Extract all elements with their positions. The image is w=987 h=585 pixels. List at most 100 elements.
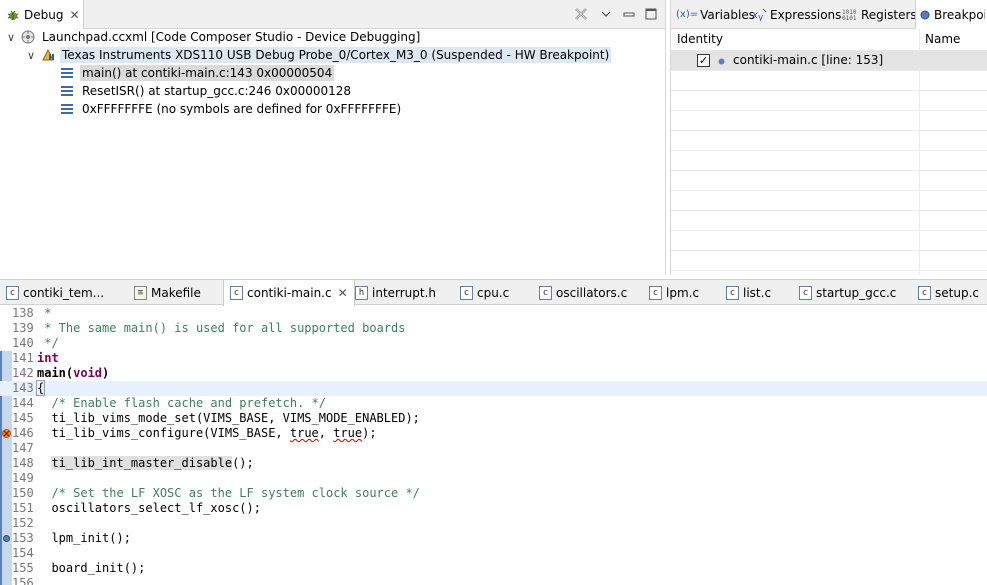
line-number[interactable]: 145 xyxy=(12,411,34,426)
line-number[interactable]: 150 xyxy=(12,486,34,501)
line-number[interactable]: 142 xyxy=(12,366,34,381)
stack-frame-address[interactable]: 0xFFFFFFFE (no symbols are defined for 0… xyxy=(60,100,403,118)
breakpoint-checkbox[interactable]: ✓ xyxy=(697,54,710,67)
code-line[interactable]: 139 * The same main() is used for all su… xyxy=(0,321,987,336)
line-number[interactable]: 139 xyxy=(12,321,34,336)
empty-row xyxy=(671,151,987,171)
code-text: int xyxy=(37,351,59,365)
code-line[interactable]: 151 oscillators_select_lf_xosc(); xyxy=(0,501,987,516)
close-icon[interactable]: ✕ xyxy=(69,8,79,22)
maximize-icon[interactable] xyxy=(645,8,657,20)
breakpoints-table-header: Identity Name xyxy=(671,29,987,51)
code-line[interactable]: 153 lpm_init(); xyxy=(0,531,987,546)
stack-frame-icon xyxy=(60,85,74,97)
code-line[interactable]: 142 main(void) xyxy=(0,366,987,381)
tab-expressions[interactable]: xy Expressions xyxy=(749,0,844,29)
code-line[interactable]: 150 /* Set the LF XOSC as the LF system … xyxy=(0,486,987,501)
tab-registers-label: Registers xyxy=(861,7,917,22)
line-number[interactable]: 138 xyxy=(12,306,34,321)
line-number[interactable]: 141 xyxy=(12,351,34,366)
code-line[interactable]: 155 board_init(); xyxy=(0,561,987,576)
c-file-icon: c xyxy=(799,285,812,300)
editor-tab[interactable]: c startup_gcc.c xyxy=(793,280,896,305)
breakpoint-dot-icon xyxy=(717,57,726,66)
line-number[interactable]: 146 xyxy=(12,426,34,441)
minimize-icon[interactable] xyxy=(623,8,635,20)
tree-item-label: Texas Instruments XDS110 USB Debug Probe… xyxy=(60,47,612,63)
svg-text:y: y xyxy=(758,13,764,21)
tab-registers[interactable]: 1010 0101 Registers xyxy=(839,0,920,29)
code-line[interactable]: 146 ti_lib_vims_configure(VIMS_BASE, tru… xyxy=(0,426,987,441)
editor-tab-active[interactable]: c contiki-main.c ✕ xyxy=(223,280,355,306)
tab-debug[interactable]: Debug ✕ xyxy=(0,0,84,29)
tree-item-debug-probe[interactable]: ∨ Texas Instruments XDS110 USB Debug Pro… xyxy=(24,46,612,64)
editor-tab-label: cpu.c xyxy=(477,285,510,300)
editor-tab-label: contiki-main.c xyxy=(247,286,332,300)
view-menu-icon[interactable] xyxy=(599,11,613,17)
editor-tab[interactable]: ≡ Makefile xyxy=(128,280,201,305)
line-number[interactable]: 144 xyxy=(12,396,34,411)
tree-item-launchpad[interactable]: ∨ Launchpad.ccxml [Code Composer Studio … xyxy=(4,28,422,46)
stack-frame-icon xyxy=(60,67,74,79)
breakpoint-label: contiki-main.c [line: 153] xyxy=(733,53,884,67)
line-number[interactable]: 148 xyxy=(12,456,34,471)
line-number[interactable]: 155 xyxy=(12,561,34,576)
column-header-name[interactable]: Name xyxy=(925,32,960,46)
debug-view-toolbar xyxy=(573,4,657,24)
editor-tab[interactable]: c list.c xyxy=(720,280,771,305)
line-number[interactable]: 153 xyxy=(12,531,34,546)
code-line[interactable]: 148 ti_lib_int_master_disable(); xyxy=(0,456,987,471)
remove-terminated-icon[interactable] xyxy=(573,6,589,22)
tree-item-label: Launchpad.ccxml [Code Composer Studio - … xyxy=(42,30,421,44)
code-line[interactable]: 154 xyxy=(0,546,987,561)
line-number[interactable]: 143 xyxy=(12,381,34,396)
editor-tab[interactable]: h interrupt.h xyxy=(349,280,436,305)
code-line[interactable]: 143{ xyxy=(0,380,987,396)
code-text: lpm_init(); xyxy=(37,531,131,545)
line-number[interactable]: 147 xyxy=(12,441,34,456)
chevron-down-icon[interactable]: ∨ xyxy=(24,49,38,62)
editor-tab[interactable]: c oscillators.c xyxy=(533,280,627,305)
stack-frame-main[interactable]: main() at contiki-main.c:143 0x00000504 xyxy=(60,64,335,82)
code-line[interactable]: 152 xyxy=(0,516,987,531)
line-number[interactable]: 140 xyxy=(12,336,34,351)
editor-tab-label: lpm.c xyxy=(666,285,700,300)
code-line[interactable]: 141 int xyxy=(0,351,987,366)
line-number[interactable]: 152 xyxy=(12,516,34,531)
line-number[interactable]: 149 xyxy=(12,471,34,486)
code-text: oscillators_select_lf_xosc(); xyxy=(37,501,261,515)
stack-frame-resetisr[interactable]: ResetISR() at startup_gcc.c:246 0x000001… xyxy=(60,82,353,100)
tab-debug-label: Debug xyxy=(24,7,64,22)
code-line[interactable]: 149 xyxy=(0,471,987,486)
chevron-down-icon[interactable]: ∨ xyxy=(4,31,18,44)
column-header-identity[interactable]: Identity xyxy=(677,32,723,46)
code-line[interactable]: 147 xyxy=(0,441,987,456)
stack-frame-label: 0xFFFFFFFE (no symbols are defined for 0… xyxy=(82,102,402,116)
makefile-icon: ≡ xyxy=(134,285,147,300)
code-text: ti_lib_vims_mode_set(VIMS_BASE, VIMS_MOD… xyxy=(37,411,420,425)
line-number[interactable]: 156 xyxy=(12,576,34,585)
code-area[interactable]: 138 * 139 * The same main() is used for a… xyxy=(0,306,987,585)
editor-tab[interactable]: c lpm.c xyxy=(643,280,699,305)
breakpoints-view: (x)= Variables xy Expressions 1010 0101 R… xyxy=(670,0,987,275)
code-line[interactable]: 138 * xyxy=(0,306,987,321)
editor-tab[interactable]: c contiki_tem... xyxy=(0,280,104,305)
code-line[interactable]: 145 ti_lib_vims_mode_set(VIMS_BASE, VIMS… xyxy=(0,411,987,426)
code-line[interactable]: 156 xyxy=(0,576,987,585)
empty-row xyxy=(671,111,987,131)
editor-tab-label: contiki_tem... xyxy=(23,285,105,300)
line-number[interactable]: 151 xyxy=(12,501,34,516)
editor-tab[interactable]: c setup.c xyxy=(912,280,979,305)
code-line[interactable]: 140 */ xyxy=(0,336,987,351)
tab-breakpoints[interactable]: Breakpoi xyxy=(915,0,987,29)
debug-view-tabbar: Debug ✕ xyxy=(0,0,665,29)
code-text: ti_lib_int_master_disable(); xyxy=(51,456,254,470)
debug-view: Debug ✕ ∨ Launchpad.ccxml [Code Composer… xyxy=(0,0,666,275)
variables-icon: (x)= xyxy=(676,9,699,20)
line-number[interactable]: 154 xyxy=(12,546,34,561)
close-icon[interactable]: ✕ xyxy=(338,286,348,300)
breakpoint-row[interactable]: ✓ contiki-main.c [line: 153] xyxy=(671,51,987,71)
editor-tab[interactable]: c cpu.c xyxy=(454,280,509,305)
code-line[interactable]: 144 /* Enable flash cache and prefetch. … xyxy=(0,396,987,411)
tab-variables[interactable]: (x)= Variables xyxy=(673,0,758,29)
